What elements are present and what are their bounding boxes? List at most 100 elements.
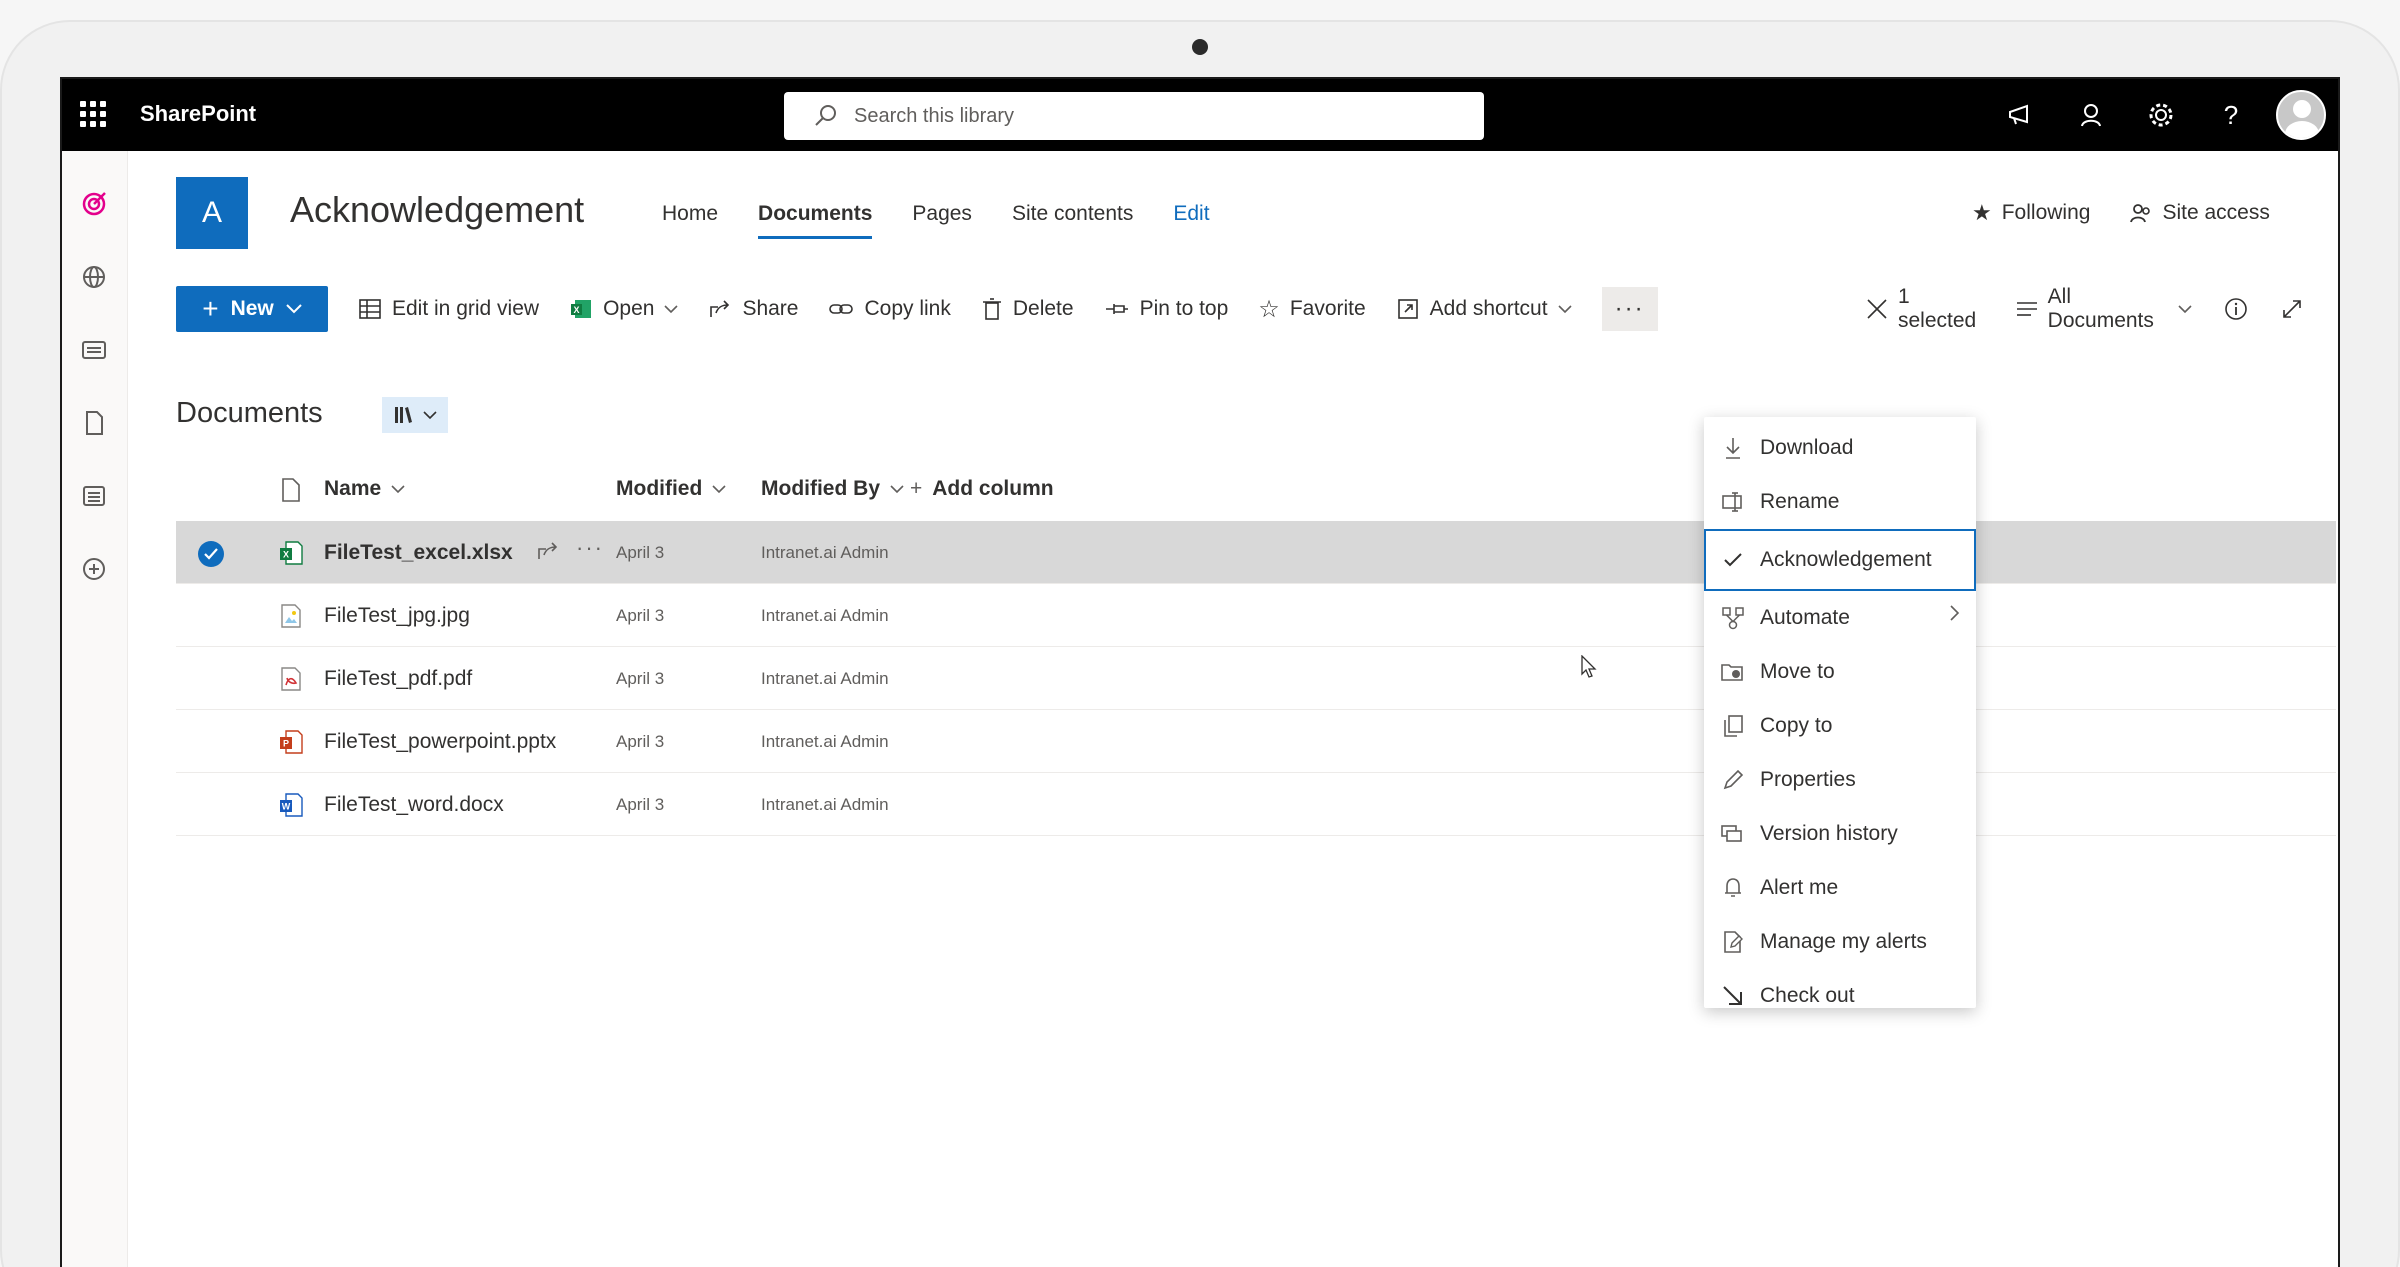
file-icon[interactable]: [79, 408, 109, 438]
delete-button[interactable]: Delete: [981, 297, 1074, 321]
file-modified-by[interactable]: Intranet.ai Admin: [761, 669, 889, 689]
help-icon[interactable]: ?: [2196, 79, 2266, 151]
following-button[interactable]: ★ Following: [1972, 200, 2090, 226]
table-row[interactable]: FileTest_jpg.jpg April 3 Intranet.ai Adm…: [176, 584, 2336, 647]
excel-file-icon: X: [280, 541, 303, 565]
globe-icon[interactable]: [79, 262, 109, 292]
bell-icon: [1718, 876, 1748, 900]
menu-item-automate[interactable]: Automate: [1704, 591, 1976, 645]
share-icon[interactable]: [536, 539, 560, 563]
row-checkmark-icon[interactable]: [198, 541, 224, 567]
copy-link-button[interactable]: Copy link: [828, 297, 951, 321]
menu-item-label: Properties: [1760, 768, 1856, 791]
chevron-down-icon: [286, 304, 302, 314]
clear-selection-button[interactable]: 1 selected: [1866, 285, 1984, 333]
add-shortcut-button[interactable]: Add shortcut: [1396, 297, 1572, 321]
file-name[interactable]: FileTest_powerpoint.pptx: [324, 730, 556, 754]
site-title[interactable]: Acknowledgement: [290, 189, 584, 231]
gear-icon[interactable]: [2126, 79, 2196, 151]
copy-link-label: Copy link: [864, 297, 951, 320]
menu-item-rename[interactable]: Rename: [1704, 475, 1976, 529]
nav-documents[interactable]: Documents: [758, 202, 873, 239]
app-launcher-icon[interactable]: [80, 101, 106, 127]
menu-item-label: Rename: [1760, 490, 1840, 513]
column-modified[interactable]: Modified: [616, 477, 726, 501]
table-row[interactable]: P FileTest_powerpoint.pptx April 3 Intra…: [176, 710, 2336, 773]
view-switcher[interactable]: All Documents: [2016, 285, 2192, 333]
edit-grid-button[interactable]: Edit in grid view: [358, 297, 539, 321]
activity-target-icon[interactable]: [79, 189, 109, 219]
pin-to-top-button[interactable]: Pin to top: [1104, 297, 1228, 321]
menu-item-version-history[interactable]: Version history: [1704, 807, 1976, 861]
camera-dot: [1192, 39, 1208, 55]
link-icon: [829, 304, 854, 314]
column-name[interactable]: Name: [324, 477, 405, 501]
more-actions-button[interactable]: ···: [1601, 287, 1658, 331]
menu-item-properties[interactable]: Properties: [1704, 753, 1976, 807]
info-button[interactable]: [2224, 297, 2248, 321]
library-view-switch[interactable]: [382, 397, 448, 433]
library-title[interactable]: Documents: [176, 397, 323, 430]
file-type-icon[interactable]: [280, 477, 302, 503]
file-modified: April 3: [616, 543, 665, 562]
add-column-button[interactable]: + Add column: [910, 477, 1054, 501]
table-row[interactable]: X FileTest_excel.xlsx ··· April 3 Intran…: [176, 521, 2336, 584]
menu-item-manage-alerts[interactable]: Manage my alerts: [1704, 915, 1976, 969]
powerpoint-file-icon: P: [280, 730, 303, 754]
table-row[interactable]: FileTest_pdf.pdf April 3 Intranet.ai Adm…: [176, 647, 2336, 710]
list-icon[interactable]: [79, 481, 109, 511]
chevron-down-icon: [423, 410, 437, 419]
file-modified-by[interactable]: Intranet.ai Admin: [761, 606, 889, 626]
site-access-button[interactable]: Site access: [2130, 200, 2270, 226]
menu-item-acknowledgement[interactable]: Acknowledgement: [1704, 529, 1976, 591]
add-circle-icon[interactable]: [79, 554, 109, 584]
avatar[interactable]: [2276, 90, 2326, 140]
menu-item-download[interactable]: Download: [1704, 421, 1976, 475]
file-name[interactable]: FileTest_jpg.jpg: [324, 604, 470, 628]
row-more-icon[interactable]: ···: [576, 535, 604, 561]
copy-icon: [1718, 714, 1748, 738]
column-modified-by[interactable]: Modified By: [761, 477, 904, 501]
news-icon[interactable]: [79, 335, 109, 365]
expand-button[interactable]: [2280, 297, 2304, 321]
search-box[interactable]: Search this library: [784, 92, 1484, 140]
star-outline-icon: ☆: [1258, 295, 1280, 323]
new-label: New: [230, 297, 274, 320]
site-actions: ★ Following Site access: [1972, 200, 2270, 226]
document-table: Name Modified Modified By + Add column X: [176, 459, 2336, 836]
menu-item-alert-me[interactable]: Alert me: [1704, 861, 1976, 915]
file-name[interactable]: FileTest_excel.xlsx: [324, 541, 513, 565]
table-row[interactable]: W FileTest_word.docx April 3 Intranet.ai…: [176, 773, 2336, 836]
info-icon: [2225, 298, 2247, 320]
nav-edit[interactable]: Edit: [1173, 202, 1209, 239]
svg-text:W: W: [282, 802, 291, 812]
share-button[interactable]: Share: [708, 297, 798, 321]
open-button[interactable]: X Open: [569, 297, 679, 321]
plus-icon: +: [202, 293, 219, 324]
site-logo[interactable]: A: [176, 177, 248, 249]
trash-icon: [982, 298, 1001, 320]
app-name[interactable]: SharePoint: [140, 101, 256, 127]
nav-home[interactable]: Home: [662, 202, 718, 239]
menu-item-label: Check out: [1760, 984, 1855, 1007]
file-modified: April 3: [616, 795, 665, 814]
file-name[interactable]: FileTest_word.docx: [324, 793, 504, 817]
file-modified-by[interactable]: Intranet.ai Admin: [761, 732, 889, 752]
nav-site-contents[interactable]: Site contents: [1012, 202, 1133, 239]
file-name[interactable]: FileTest_pdf.pdf: [324, 667, 472, 691]
file-modified-by[interactable]: Intranet.ai Admin: [761, 795, 889, 815]
feedback-icon[interactable]: [2056, 79, 2126, 151]
favorite-button[interactable]: ☆ Favorite: [1258, 295, 1365, 324]
file-modified: April 3: [616, 669, 665, 688]
megaphone-icon[interactable]: [1986, 79, 2056, 151]
menu-item-label: Acknowledgement: [1760, 548, 1932, 571]
more-actions-menu: Download Rename Acknowledgement Automate…: [1704, 417, 1976, 1008]
new-button[interactable]: + New: [176, 286, 328, 332]
menu-item-copy-to[interactable]: Copy to: [1704, 699, 1976, 753]
menu-item-move-to[interactable]: Move to: [1704, 645, 1976, 699]
move-icon: [1718, 661, 1748, 683]
nav-pages[interactable]: Pages: [912, 202, 972, 239]
check-out-icon: [1718, 984, 1748, 1008]
menu-item-check-out[interactable]: Check out: [1704, 969, 1976, 1023]
file-modified-by[interactable]: Intranet.ai Admin: [761, 543, 889, 563]
